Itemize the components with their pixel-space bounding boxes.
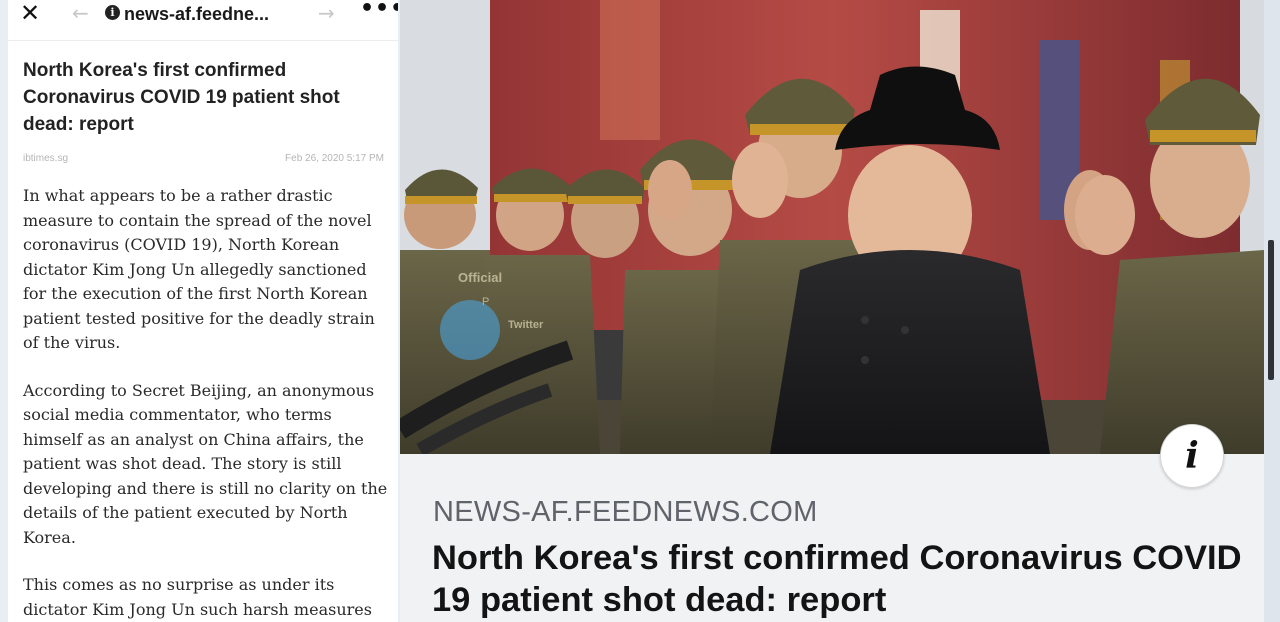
arrow-left-icon[interactable]: ← <box>72 2 89 24</box>
card-domain: NEWS-AF.FEEDNEWS.COM <box>433 496 818 528</box>
close-icon[interactable]: ✕ <box>20 1 44 25</box>
scrollbar-thumb[interactable] <box>1268 240 1274 380</box>
info-icon[interactable]: i <box>105 5 120 20</box>
link-preview-card[interactable]: Official P Twitter i NEWS-AF.FEEDNEWS.CO… <box>400 0 1264 622</box>
article-date: Feb 26, 2020 5:17 PM <box>285 153 384 164</box>
article-reader-pane: ✕ ← i news-af.feedne... → ••• North Kore… <box>8 0 398 622</box>
article-paragraph: In what appears to be a rather drastic m… <box>23 186 375 352</box>
svg-text:P: P <box>482 296 489 308</box>
article-source: ibtimes.sg <box>23 153 69 164</box>
card-title[interactable]: North Korea's first confirmed Coronaviru… <box>432 537 1252 621</box>
preview-photo[interactable]: Official P Twitter <box>400 0 1264 454</box>
svg-text:Twitter: Twitter <box>508 319 544 331</box>
svg-text:Official: Official <box>458 270 502 285</box>
divider <box>8 40 398 41</box>
article-paragraph: This comes as no surprise as under its d… <box>23 575 372 619</box>
more-dots-icon[interactable]: ••• <box>360 0 398 20</box>
military-parade-photo: Official P Twitter <box>400 0 1264 454</box>
url-text[interactable]: news-af.feedne... <box>124 3 269 25</box>
arrow-right-icon[interactable]: → <box>318 2 335 24</box>
browser-url-bar: ✕ ← i news-af.feedne... → ••• <box>8 0 398 28</box>
info-button[interactable]: i <box>1160 424 1224 488</box>
article-body: In what appears to be a rather drastic m… <box>23 184 393 622</box>
article-paragraph: According to Secret Beijing, an anonymou… <box>23 380 388 547</box>
article-title: North Korea's first confirmed Coronaviru… <box>23 60 340 135</box>
